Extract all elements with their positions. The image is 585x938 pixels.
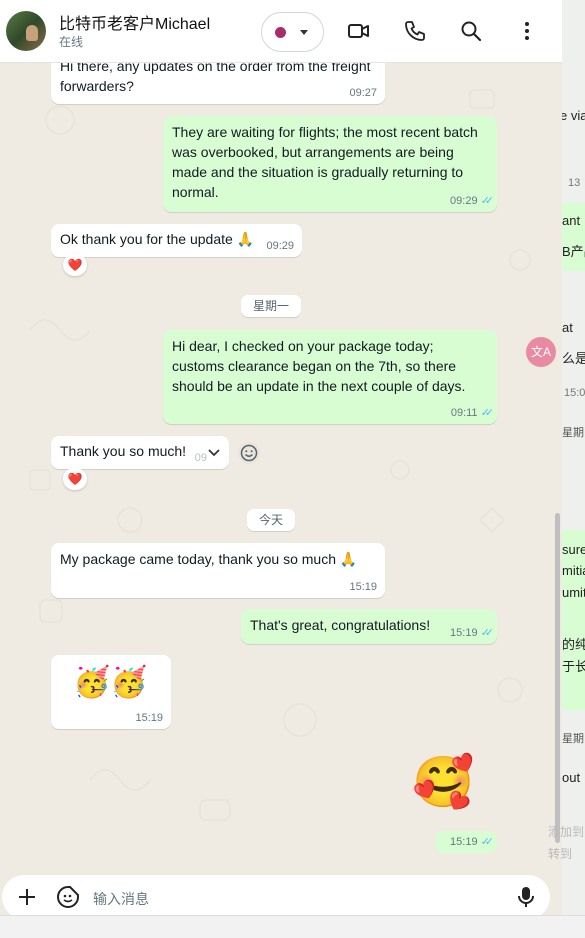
bg-text: 星期 (562, 733, 584, 745)
message-meta: 09:29 ✓✓ (450, 194, 495, 208)
message-time: 15:19 (135, 712, 163, 724)
message-time: 09:27 (349, 87, 377, 99)
message-outgoing[interactable]: Hi dear, I checked on your package today… (163, 330, 497, 424)
scrollbar[interactable] (555, 513, 560, 843)
video-call-icon[interactable] (347, 19, 371, 43)
message-text: They are waiting for flights; the most r… (172, 124, 478, 200)
reaction-badge[interactable]: ❤️ (63, 468, 87, 490)
label-dropdown-button[interactable] (261, 12, 324, 52)
phone-icon[interactable] (403, 19, 427, 43)
read-ticks-icon: ✓✓ (480, 836, 495, 848)
bg-text: 13 (568, 177, 581, 189)
label-color-icon (275, 27, 286, 38)
message-time: 15:19 (450, 627, 478, 639)
message-time: 09:11 (450, 407, 478, 419)
bg-text: 转到 (548, 847, 573, 861)
message-emoji: 🥳🥳 (73, 666, 148, 699)
bg-text: ant (562, 213, 581, 228)
message-time: 09:29 (266, 240, 294, 252)
message-text: Hi dear, I checked on your package today… (172, 338, 466, 394)
bg-text: 的纯 (562, 637, 585, 652)
bg-text: umit (562, 585, 585, 600)
translate-icon[interactable]: 文A (526, 337, 556, 367)
avatar[interactable] (6, 11, 46, 51)
message-outgoing[interactable]: They are waiting for flights; the most r… (163, 116, 497, 212)
search-icon[interactable] (459, 19, 483, 43)
message-incoming[interactable]: 🥳🥳 15:19 (51, 655, 171, 729)
message-incoming[interactable]: Thank you so much! 09 (51, 436, 229, 469)
bg-text: 添加到 (548, 825, 585, 839)
bg-text: sure (562, 542, 585, 557)
message-time: 09 (194, 452, 207, 464)
more-options-icon[interactable] (515, 19, 539, 43)
message-input[interactable]: 输入消息 (2, 875, 550, 915)
plus-icon[interactable] (18, 888, 36, 906)
contact-status: 在线 (59, 35, 84, 49)
message-outgoing[interactable]: That's great, congratulations! 15:19 ✓✓ (241, 609, 497, 644)
message-time: 15:19 (450, 836, 478, 848)
message-input-placeholder: 输入消息 (93, 891, 149, 907)
bg-text: 么是 (562, 351, 585, 366)
emoji-react-icon[interactable] (237, 441, 261, 465)
message-emoji-large[interactable]: 🥰 (412, 752, 474, 812)
bg-text: 星期 (562, 427, 584, 439)
sticker-icon[interactable] (56, 885, 80, 909)
read-ticks-icon: ✓✓ (480, 195, 495, 207)
chat-header: 比特币老客户Michael 在线 (0, 0, 562, 63)
read-ticks-icon: ✓✓ (480, 407, 495, 419)
chevron-down-icon[interactable] (207, 446, 221, 460)
bg-text: out (562, 770, 581, 785)
message-text: My package came today, thank you so much… (60, 551, 358, 567)
date-chip: 今天 (247, 509, 295, 531)
message-meta: 15:19 ✓✓ (435, 831, 497, 853)
read-ticks-icon: ✓✓ (480, 627, 495, 639)
message-time: 15:19 (349, 581, 377, 593)
chevron-down-icon (300, 30, 308, 35)
bg-text: mitia (562, 563, 585, 578)
microphone-icon[interactable] (516, 886, 536, 908)
background-window: e via 13 ant B产品 at 么是 15:0 星期 sure miti… (562, 0, 585, 915)
message-incoming[interactable]: My package came today, thank you so much… (51, 543, 385, 598)
message-incoming[interactable]: Ok thank you for the update 🙏 09:29 (51, 224, 302, 257)
bg-bubble (562, 530, 585, 710)
bg-text: 15:0 (564, 387, 585, 399)
message-text: Ok thank you for the update 🙏 (60, 231, 255, 247)
chat-window: 比特币老客户Michael 在线 Hi there, any updates o… (0, 0, 562, 915)
reaction-badge[interactable]: ❤️ (63, 254, 87, 276)
bg-text: e via (562, 108, 585, 123)
message-meta: 09:11 ✓✓ (450, 406, 495, 420)
message-meta: 15:19 ✓✓ (450, 626, 495, 640)
bg-text: B产品 (562, 244, 585, 259)
message-time: 09:29 (450, 195, 478, 207)
bg-text: 于长 (562, 659, 585, 674)
contact-name[interactable]: 比特币老客户Michael (59, 10, 210, 34)
taskbar (0, 915, 585, 938)
date-chip: 星期一 (241, 295, 301, 317)
composer: 输入消息 (0, 871, 562, 915)
bg-text: at (562, 320, 573, 335)
